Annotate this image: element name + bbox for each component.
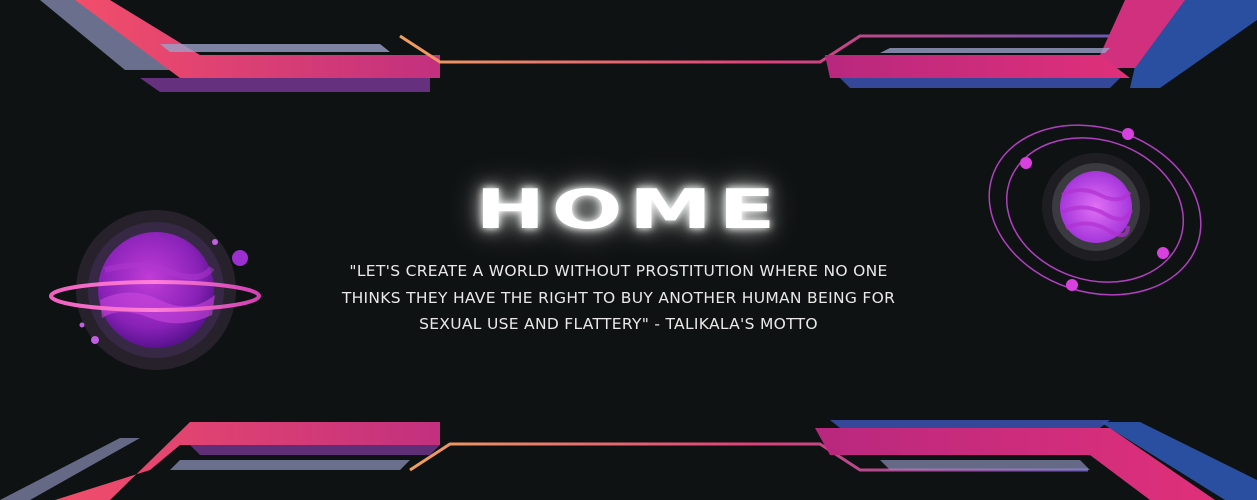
motto-line: "LET'S CREATE A WORLD WITHOUT PROSTITUTI… [349, 262, 888, 280]
page-title: HOME [475, 178, 782, 241]
motto-quote: "LET'S CREATE A WORLD WITHOUT PROSTITUTI… [270, 258, 967, 338]
top-right-stripes [825, 0, 1257, 88]
motto-line: THINKS THEY HAVE THE RIGHT TO BUY ANOTHE… [341, 288, 896, 307]
background-decoration [0, 0, 1257, 500]
bottom-right-stripes [815, 420, 1257, 500]
motto-line: SEXUAL USE AND FLATTERY" - TALIKALA'S MO… [419, 315, 818, 333]
